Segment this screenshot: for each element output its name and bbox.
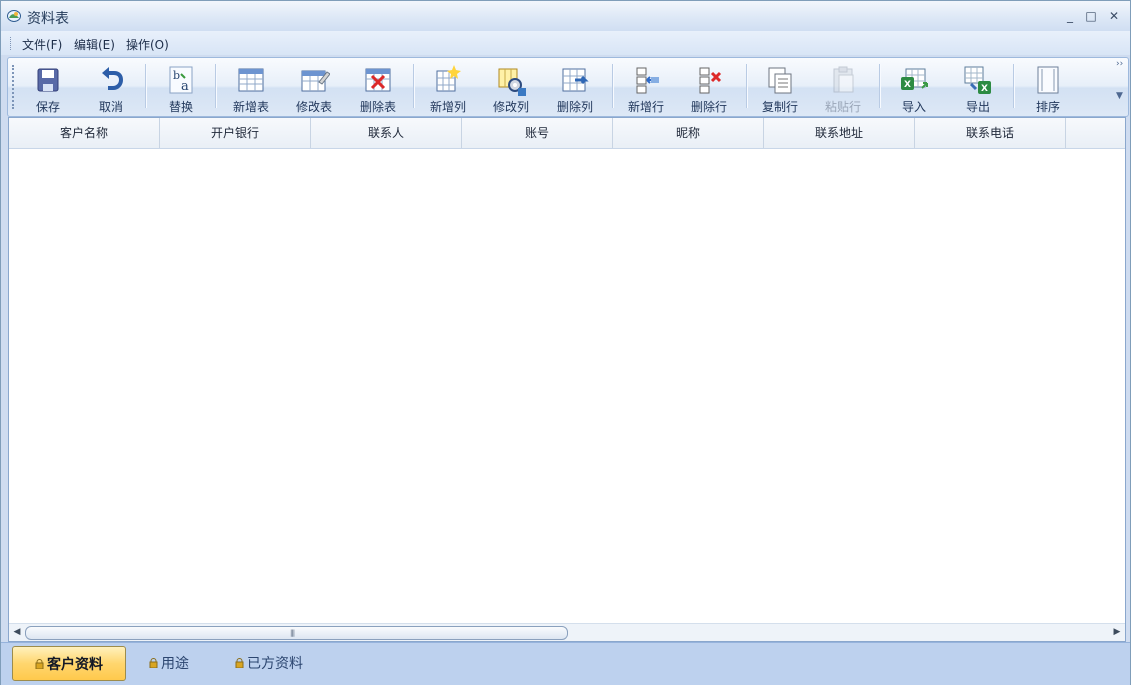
menu-file[interactable]: 文件(F) (22, 36, 62, 53)
delete-column-label: 删除列 (556, 100, 593, 114)
column-delete-icon (562, 68, 589, 92)
add-column-label: 新增列 (429, 100, 466, 114)
add-column-button[interactable]: 新增列 (419, 61, 477, 114)
minimize-button[interactable]: _ (1061, 7, 1079, 25)
undo-icon (102, 67, 124, 90)
column-add-icon (436, 65, 461, 92)
column-header-bank[interactable]: 开户银行 (160, 118, 311, 148)
save-label: 保存 (35, 100, 60, 114)
menu-edit[interactable]: 编辑(E) (74, 36, 115, 53)
row-delete-icon (699, 67, 722, 94)
save-icon (37, 68, 59, 92)
menu-grip-icon[interactable] (10, 37, 13, 50)
add-row-button[interactable]: 新增行 (617, 61, 675, 114)
lock-icon (149, 657, 158, 668)
copy-row-icon (768, 67, 792, 94)
scroll-right-icon[interactable]: ▶ (1111, 627, 1123, 638)
column-header-nickname[interactable]: 昵称 (613, 118, 764, 148)
tab-customer-data-label: 客户资料 (47, 656, 103, 673)
toolbar-grip-icon[interactable] (12, 65, 16, 109)
column-header-customer-name[interactable]: 客户名称 (9, 118, 160, 148)
tab-our-data-label: 已方资料 (247, 655, 303, 672)
column-header-phone[interactable]: 联系电话 (915, 118, 1066, 148)
replace-button[interactable]: ba 替换 (152, 61, 210, 114)
delete-row-button[interactable]: 删除行 (680, 61, 738, 114)
row-add-icon (636, 67, 659, 94)
bottom-tab-bar: 客户资料 用途 已方资料 (1, 642, 1130, 685)
toolbar-separator (413, 64, 415, 108)
tab-usage-label: 用途 (161, 655, 189, 672)
edit-table-label: 修改表 (295, 100, 332, 114)
svg-text:b: b (173, 69, 180, 82)
toolbar-separator (1013, 64, 1015, 108)
lock-icon (35, 658, 44, 669)
toolbar-separator (215, 64, 217, 108)
export-label: 导出 (965, 100, 990, 114)
excel-import-icon: X (901, 68, 928, 90)
svg-text:a: a (181, 79, 189, 94)
column-edit-icon (498, 68, 526, 96)
add-row-label: 新增行 (627, 100, 664, 114)
sort-button[interactable]: 排序 (1019, 61, 1077, 114)
close-button[interactable]: ✕ (1105, 7, 1123, 25)
menu-operation[interactable]: 操作(O) (126, 36, 169, 53)
toolbar-separator (612, 64, 614, 108)
app-icon (7, 10, 21, 22)
edit-column-label: 修改列 (492, 100, 529, 114)
replace-icon: ba (169, 66, 193, 94)
maximize-button[interactable]: □ (1082, 7, 1100, 25)
edit-column-button[interactable]: 修改列 (482, 61, 540, 114)
menu-bar: 文件(F) 编辑(E) 操作(O) (1, 31, 1130, 55)
delete-row-label: 删除行 (690, 100, 727, 114)
column-header-account[interactable]: 账号 (462, 118, 613, 148)
tab-our-data[interactable]: 已方资料 (235, 646, 303, 679)
toolbar-overflow-icon[interactable]: ›› ▼ (1116, 60, 1124, 112)
paste-row-label: 粘贴行 (824, 100, 861, 114)
application-window: 资料表 _ □ ✕ 文件(F) 编辑(E) 操作(O) 保存 取消 ba 替换 … (0, 0, 1131, 685)
delete-column-button[interactable]: 删除列 (546, 61, 604, 114)
import-button[interactable]: X 导入 (885, 61, 943, 114)
table-new-icon (238, 68, 264, 92)
save-button[interactable]: 保存 (19, 61, 77, 114)
new-table-button[interactable]: 新增表 (222, 61, 280, 114)
svg-text:X: X (904, 80, 911, 90)
scroll-left-icon[interactable]: ◀ (11, 627, 23, 638)
svg-text:X: X (981, 84, 988, 94)
toolbar-separator (145, 64, 147, 108)
cancel-button[interactable]: 取消 (82, 61, 140, 114)
new-table-label: 新增表 (232, 100, 269, 114)
delete-table-label: 删除表 (359, 100, 396, 114)
toolbar-separator (746, 64, 748, 108)
scroll-grip-icon: ||| (290, 629, 295, 637)
delete-table-button[interactable]: 删除表 (349, 61, 407, 114)
table-edit-icon (301, 70, 330, 92)
scroll-thumb[interactable]: ||| (25, 626, 568, 640)
title-bar[interactable]: 资料表 _ □ ✕ (1, 1, 1130, 31)
table-header: 客户名称 开户银行 联系人 账号 昵称 联系地址 联系电话 (9, 118, 1125, 149)
table-delete-icon (365, 68, 391, 92)
replace-label: 替换 (168, 100, 193, 114)
paste-row-button[interactable]: 粘贴行 (814, 61, 872, 114)
column-header-address[interactable]: 联系地址 (764, 118, 915, 148)
horizontal-scrollbar[interactable]: ◀ ||| ▶ (9, 623, 1125, 641)
column-header-contact[interactable]: 联系人 (311, 118, 462, 148)
import-label: 导入 (901, 100, 926, 114)
paste-row-icon (833, 66, 854, 93)
tab-customer-data[interactable]: 客户资料 (12, 646, 126, 681)
excel-export-icon: X (964, 66, 991, 94)
export-button[interactable]: X 导出 (949, 61, 1007, 114)
window-title: 资料表 (27, 11, 69, 27)
lock-icon (235, 657, 244, 668)
copy-row-button[interactable]: 复制行 (751, 61, 809, 114)
column-header-filler (1066, 118, 1122, 148)
data-table: 客户名称 开户银行 联系人 账号 昵称 联系地址 联系电话 ◀ ||| ▶ (8, 117, 1126, 642)
edit-table-button[interactable]: 修改表 (285, 61, 343, 114)
tab-usage[interactable]: 用途 (149, 646, 189, 679)
copy-row-label: 复制行 (761, 100, 798, 114)
toolbar: 保存 取消 ba 替换 新增表 修改表 删除表 新增列 修改列 删除列 新增行 … (7, 57, 1129, 117)
toolbar-separator (879, 64, 881, 108)
sort-icon (1037, 66, 1059, 94)
sort-label: 排序 (1035, 100, 1060, 114)
cancel-label: 取消 (98, 100, 123, 114)
